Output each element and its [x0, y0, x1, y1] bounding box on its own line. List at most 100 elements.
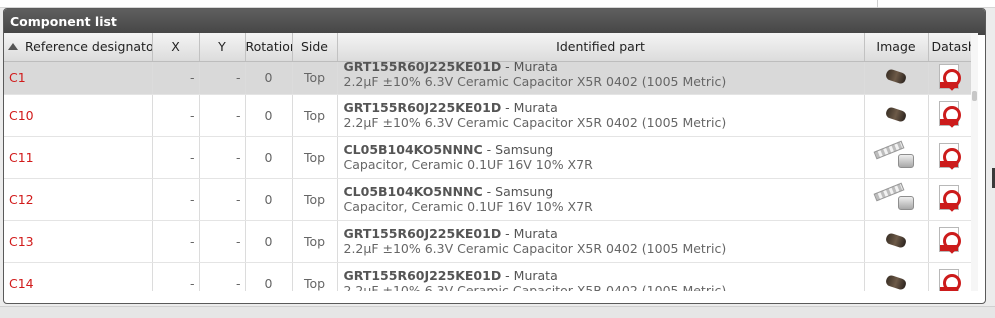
cell-image[interactable]: [864, 178, 929, 221]
cell-reference[interactable]: C10: [4, 94, 153, 137]
column-header-datasheet[interactable]: Datasheet: [928, 33, 975, 62]
cell-datasheet[interactable]: [928, 178, 975, 221]
table-body: C1- -0 Top GRT155R60J225KE01D - Murata 2.2µF…: [4, 61, 975, 291]
cell-datasheet[interactable]: [928, 94, 975, 137]
cell-image[interactable]: [864, 262, 929, 291]
column-header-rotation[interactable]: Rotation: [245, 33, 293, 62]
table-row[interactable]: C11- -0 Top CL05B104KO5NNNC - Samsung Capaci…: [4, 136, 975, 179]
manufacturer: - Murata: [501, 100, 558, 115]
cell-y: -: [199, 94, 246, 137]
top-strip: [0, 0, 995, 8]
column-header-x[interactable]: X: [152, 33, 200, 62]
capacitor-icon: [884, 273, 908, 291]
cell-image[interactable]: [864, 94, 929, 137]
cell-y: -: [199, 262, 246, 291]
cell-image[interactable]: [864, 220, 929, 263]
cell-reference[interactable]: C13: [4, 220, 153, 263]
part-number[interactable]: GRT155R60J225KE01D: [344, 268, 502, 283]
cell-image[interactable]: [864, 136, 929, 179]
component-grid: Reference designator X Y Rotation Side I…: [4, 33, 975, 291]
cell-x: -: [152, 178, 200, 221]
mlcc-tape-icon: [873, 182, 918, 212]
cell-part: CL05B104KO5NNNC - Samsung Capacitor, Cera…: [337, 136, 865, 179]
column-header-image[interactable]: Image: [864, 33, 929, 62]
cell-rotation: 0: [245, 61, 293, 95]
cell-datasheet[interactable]: [928, 262, 975, 291]
column-header-y[interactable]: Y: [199, 33, 246, 62]
manufacturer: - Murata: [501, 268, 558, 283]
scrollbar-thumb[interactable]: [972, 91, 977, 101]
table-row[interactable]: C12- -0 Top CL05B104KO5NNNC - Samsung Capaci…: [4, 178, 975, 221]
cell-x: -: [152, 61, 200, 95]
pdf-icon[interactable]: [938, 143, 959, 168]
cell-datasheet[interactable]: [928, 61, 975, 95]
column-header-reference-label: Reference designator: [25, 39, 152, 55]
part-description: 2.2µF ±10% 6.3V Ceramic Capacitor X5R 04…: [343, 241, 727, 256]
part-description: 2.2µF ±10% 6.3V Ceramic Capacitor X5R 04…: [343, 115, 727, 130]
cell-rotation: 0: [245, 220, 293, 263]
cell-x: -: [152, 220, 200, 263]
cell-y: -: [199, 220, 246, 263]
pdf-icon[interactable]: [938, 269, 959, 291]
cell-reference[interactable]: C1: [4, 61, 153, 95]
cell-image[interactable]: [864, 61, 929, 95]
part-number[interactable]: GRT155R60J225KE01D: [344, 226, 502, 241]
pdf-icon[interactable]: [938, 185, 959, 210]
cell-datasheet[interactable]: [928, 136, 975, 179]
cell-side: Top: [292, 220, 338, 263]
cell-datasheet[interactable]: [928, 220, 975, 263]
cell-side: Top: [292, 136, 338, 179]
cell-rotation: 0: [245, 262, 293, 291]
cell-rotation: 0: [245, 178, 293, 221]
table-row[interactable]: C14- -0 Top GRT155R60J225KE01D - Murata 2.2µ…: [4, 262, 975, 291]
column-header-part[interactable]: Identified part: [337, 33, 865, 62]
table-row[interactable]: C10- -0 Top GRT155R60J225KE01D - Murata 2.2µ…: [4, 94, 975, 137]
cell-x: -: [152, 94, 200, 137]
vertical-scrollbar[interactable]: [971, 33, 978, 291]
part-description: 2.2µF ±10% 6.3V Ceramic Capacitor X5R 04…: [343, 283, 727, 291]
manufacturer: - Samsung: [482, 142, 554, 157]
part-number[interactable]: CL05B104KO5NNNC: [344, 184, 483, 199]
table-row[interactable]: C13- -0 Top GRT155R60J225KE01D - Murata 2.2µ…: [4, 220, 975, 263]
manufacturer: - Murata: [501, 226, 558, 241]
pdf-icon[interactable]: [938, 227, 959, 252]
manufacturer: - Murata: [501, 61, 558, 74]
cell-y: -: [199, 136, 246, 179]
cell-part: GRT155R60J225KE01D - Murata 2.2µF ±10% 6.…: [337, 61, 865, 95]
cell-reference[interactable]: C11: [4, 136, 153, 179]
cell-part: GRT155R60J225KE01D - Murata 2.2µF ±10% 6.…: [337, 262, 865, 291]
cell-side: Top: [292, 94, 338, 137]
column-header-reference[interactable]: Reference designator: [4, 33, 153, 62]
cell-part: CL05B104KO5NNNC - Samsung Capacitor, Cera…: [337, 178, 865, 221]
cell-part: GRT155R60J225KE01D - Murata 2.2µF ±10% 6.…: [337, 94, 865, 137]
table-row[interactable]: C1- -0 Top GRT155R60J225KE01D - Murata 2.2µF…: [4, 61, 975, 95]
pdf-icon[interactable]: [938, 101, 959, 126]
part-description: Capacitor, Ceramic 0.1UF 16V 10% X7R: [343, 199, 593, 214]
cell-side: Top: [292, 178, 338, 221]
cell-rotation: 0: [245, 136, 293, 179]
cell-reference[interactable]: C14: [4, 262, 153, 291]
panel-title: Component list: [4, 9, 985, 35]
mlcc-tape-icon: [873, 140, 918, 170]
status-bar: [0, 306, 995, 318]
cell-x: -: [152, 262, 200, 291]
capacitor-icon: [884, 68, 908, 85]
column-header-side[interactable]: Side: [292, 33, 338, 62]
cell-y: -: [199, 61, 246, 95]
cell-part: GRT155R60J225KE01D - Murata 2.2µF ±10% 6.…: [337, 220, 865, 263]
pdf-icon[interactable]: [938, 63, 959, 89]
cell-y: -: [199, 178, 246, 221]
capacitor-icon: [884, 231, 908, 249]
part-number[interactable]: GRT155R60J225KE01D: [344, 61, 502, 74]
cell-x: -: [152, 136, 200, 179]
cell-side: Top: [292, 61, 338, 95]
capacitor-icon: [884, 105, 908, 123]
manufacturer: - Samsung: [482, 184, 554, 199]
sort-ascending-icon: [8, 43, 18, 51]
part-number[interactable]: CL05B104KO5NNNC: [344, 142, 483, 157]
part-description: Capacitor, Ceramic 0.1UF 16V 10% X7R: [343, 157, 593, 172]
cell-rotation: 0: [245, 94, 293, 137]
component-table: Reference designator X Y Rotation Side I…: [4, 33, 975, 291]
part-number[interactable]: GRT155R60J225KE01D: [344, 100, 502, 115]
cell-reference[interactable]: C12: [4, 178, 153, 221]
